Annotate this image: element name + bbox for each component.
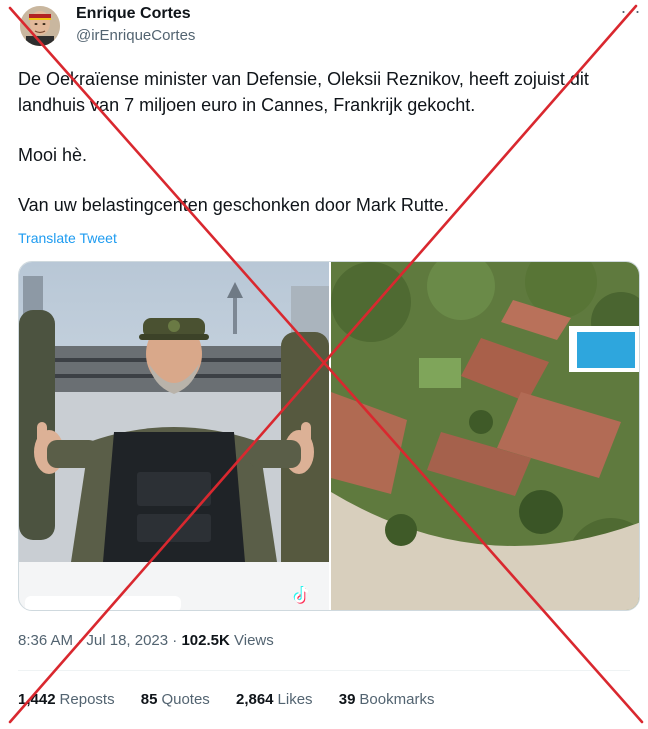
author-name[interactable]: Enrique Cortes	[76, 5, 191, 23]
tweet-paragraph: Mooi hè.	[18, 145, 88, 165]
tweet-card: Enrique Cortes @irEnriqueCortes ··· De O…	[0, 0, 648, 729]
reposts-label: Reposts	[59, 691, 115, 708]
quotes-stat[interactable]: 85 Quotes	[141, 691, 210, 708]
media-image-left[interactable]	[19, 262, 329, 610]
translate-tweet-link[interactable]: Translate Tweet	[18, 230, 117, 246]
views-count[interactable]: 102.5K	[181, 632, 229, 649]
reposts-stat[interactable]: 1,442 Reposts	[18, 691, 115, 708]
bookmarks-label: Bookmarks	[359, 691, 435, 708]
tweet-media[interactable]	[18, 261, 640, 611]
more-horizontal-icon[interactable]: ···	[620, 2, 642, 24]
likes-stat[interactable]: 2,864 Likes	[236, 691, 313, 708]
tweet-time[interactable]: 8:36 AM	[18, 632, 73, 649]
tweet-text: De Oekraïense minister van Defensie, Ole…	[18, 66, 628, 218]
quotes-count: 85	[140, 691, 158, 708]
quotes-label: Quotes	[161, 691, 210, 708]
divider	[18, 670, 630, 671]
likes-label: Likes	[277, 691, 313, 708]
tweet-stats: 1,442 Reposts 85 Quotes 2,864 Likes 39 Bookm…	[18, 691, 456, 708]
tweet-paragraph: Van uw belastingcenten geschonken door M…	[18, 195, 449, 215]
likes-count: 2,864	[235, 691, 274, 708]
tweet-paragraph: De Oekraïense minister van Defensie, Ole…	[18, 69, 589, 115]
bookmarks-stat[interactable]: 39 Bookmarks	[339, 691, 435, 708]
tiktok-icon	[291, 584, 313, 606]
separator: ·	[77, 632, 83, 649]
tweet-date[interactable]: Jul 18, 2023	[86, 632, 168, 649]
author-handle[interactable]: @irEnriqueCortes	[76, 27, 195, 44]
bookmarks-count: 39	[338, 691, 356, 708]
media-image-right[interactable]	[331, 262, 639, 610]
avatar[interactable]	[20, 6, 60, 46]
views-label: Views	[234, 632, 274, 649]
reposts-count: 1,442	[18, 691, 56, 708]
separator: ·	[172, 632, 178, 649]
tweet-meta: 8:36 AM · Jul 18, 2023 · 102.5K Views	[18, 632, 274, 649]
